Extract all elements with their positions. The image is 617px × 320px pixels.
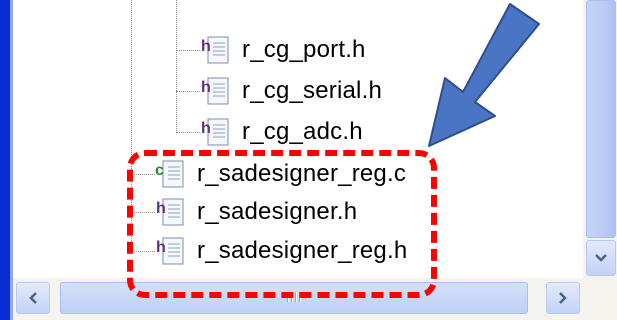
tree-connector: [176, 50, 200, 51]
h-file-icon: h: [201, 36, 229, 64]
svg-text:h: h: [201, 120, 211, 137]
tree-item-r-cg-port-h[interactable]: h r_cg_port.h: [200, 30, 366, 70]
arrow-annotation-icon: [428, 3, 540, 147]
tree-item-r-cg-serial-h[interactable]: h r_cg_serial.h: [200, 71, 382, 111]
tree-item-r-cg-adc-h[interactable]: h r_cg_adc.h: [200, 112, 363, 152]
scroll-left-button[interactable]: [16, 282, 50, 314]
scroll-down-button[interactable]: [586, 240, 616, 276]
h-file-icon: h: [201, 77, 229, 105]
scrollbar-corner: [583, 278, 617, 320]
tree-item-label: r_cg_adc.h: [242, 118, 363, 145]
tree-connector: [176, 91, 200, 92]
tree-item-label: r_cg_serial.h: [242, 77, 383, 104]
chevron-down-icon: [595, 254, 607, 262]
scroll-right-button[interactable]: [546, 282, 580, 314]
highlight-box: [127, 150, 437, 298]
h-file-icon: h: [201, 118, 229, 146]
vertical-scroll-thumb[interactable]: [586, 0, 616, 238]
window-left-border: [0, 0, 10, 320]
svg-text:h: h: [201, 79, 211, 96]
chevron-left-icon: [29, 292, 37, 304]
tree-connector: [176, 0, 177, 133]
tree-item-label: r_cg_port.h: [242, 36, 366, 63]
chevron-right-icon: [559, 292, 567, 304]
tree-connector: [176, 132, 200, 133]
svg-text:h: h: [201, 38, 211, 55]
